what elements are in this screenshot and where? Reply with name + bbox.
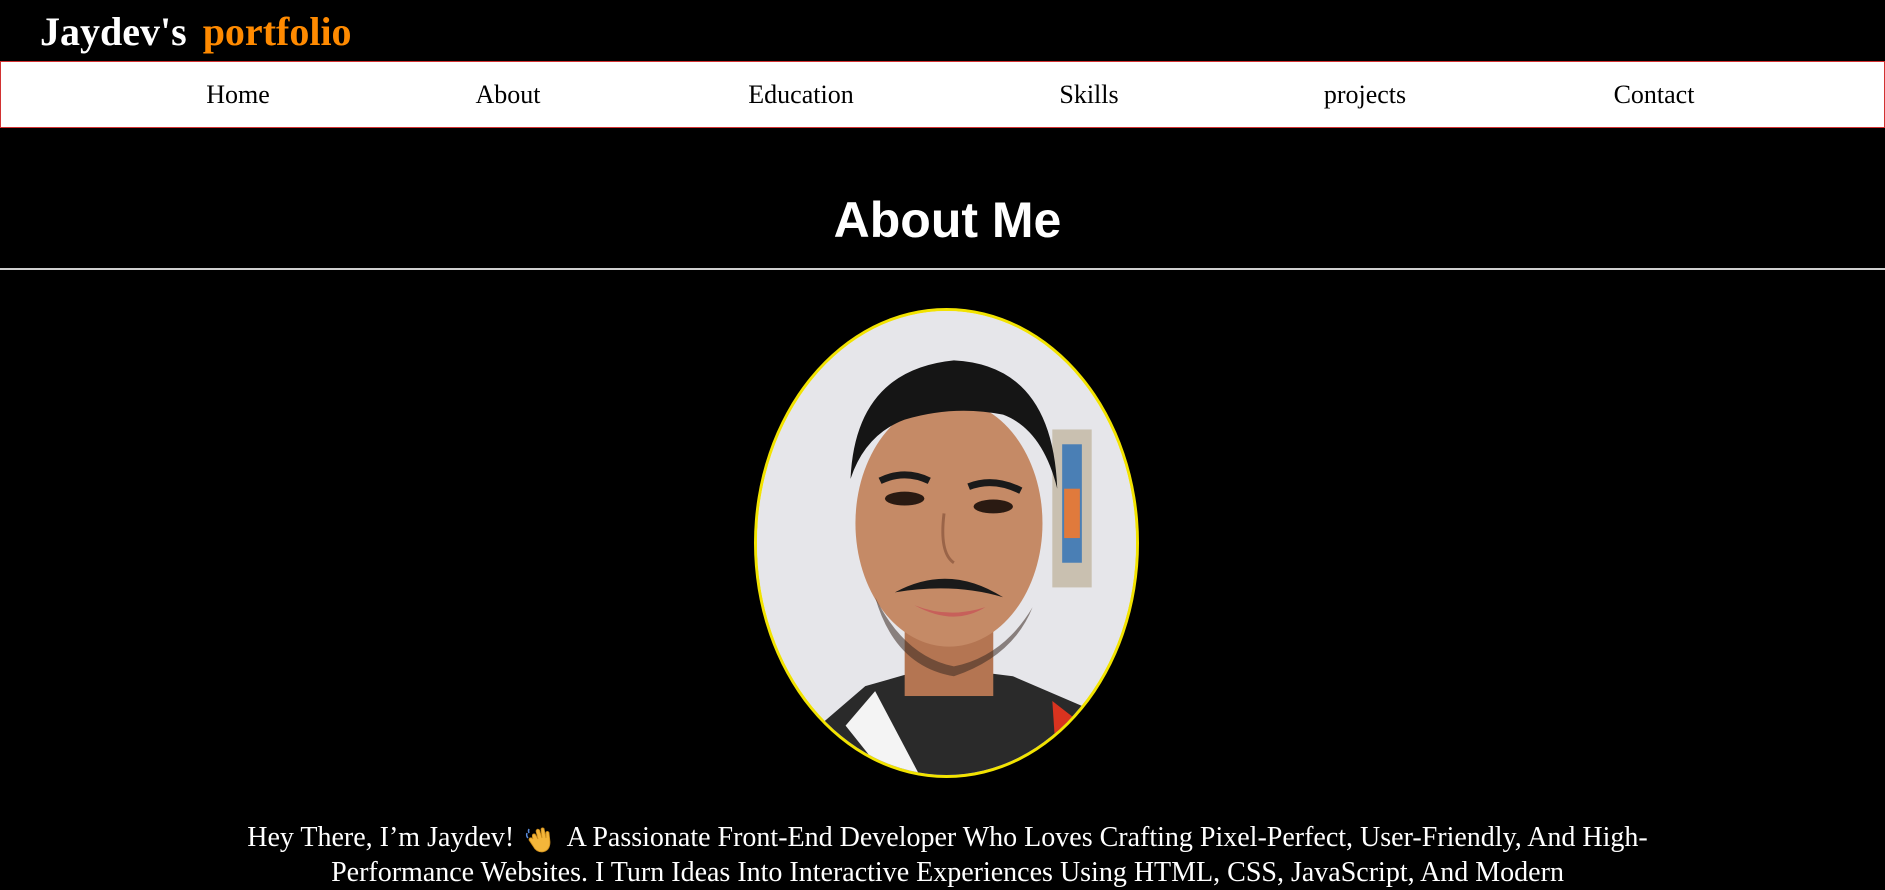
brand-name: Jaydev's [40,9,187,54]
nav-bar: Home About Education Skills projects Con… [0,61,1885,128]
brand-accent: portfolio [202,9,352,54]
waving-hand-icon [525,825,555,855]
about-title: About Me [833,192,1062,248]
nav-item-skills[interactable]: Skills [1059,62,1118,127]
section-divider [0,268,1885,270]
profile-photo [754,308,1139,778]
nav-item-home[interactable]: Home [206,62,270,127]
nav-item-education[interactable]: Education [748,62,853,127]
nav-item-projects[interactable]: projects [1324,62,1406,127]
intro-text: Hey There, I’m Jaydev! A Passionate Fron… [180,820,1715,890]
nav-item-about[interactable]: About [476,62,541,127]
nav-item-contact[interactable]: Contact [1614,62,1695,127]
intro-greeting: Hey There, I’m Jaydev! [247,822,515,853]
profile-photo-illustration [757,311,1136,775]
site-brand: Jaydev's portfolio [40,4,352,60]
